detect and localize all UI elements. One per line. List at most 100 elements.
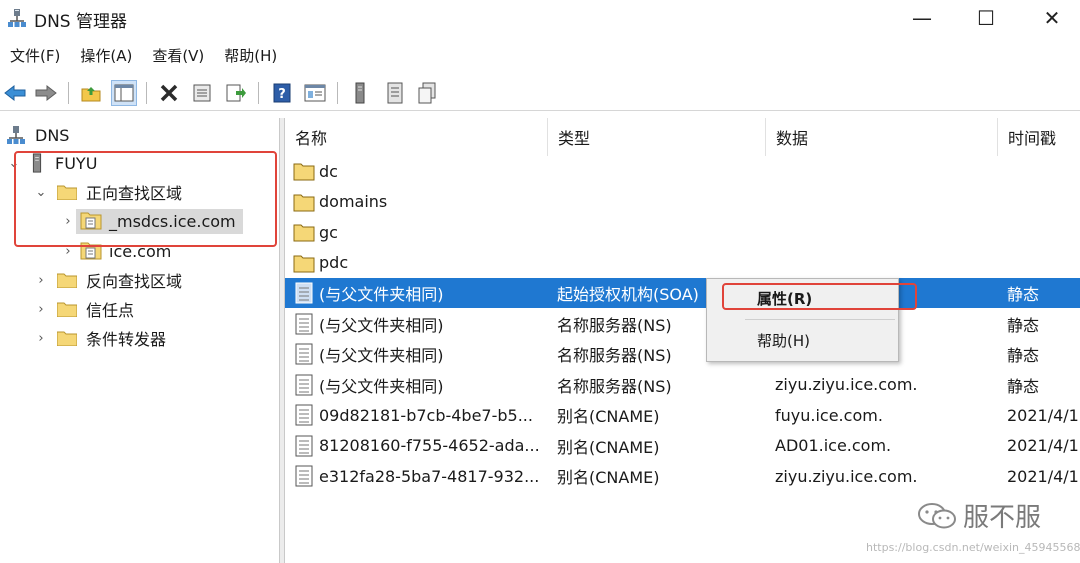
help-icon[interactable]: ?: [269, 80, 295, 106]
dns-icon: [7, 126, 25, 144]
context-menu-help[interactable]: 帮助(H): [707, 327, 898, 353]
folder-icon: [293, 194, 315, 211]
cell-name: (与父文件夹相同): [293, 339, 548, 369]
record-name: (与父文件夹相同): [319, 285, 444, 304]
table-row[interactable]: (与父文件夹相同) 名称服务器(NS) ziyu.ziyu.ice.com. 静态: [285, 370, 1080, 400]
menu-view[interactable]: 查看(V): [142, 43, 214, 71]
cell-type: 别名(CNAME): [557, 407, 660, 426]
tree-item-conditional-forwarders[interactable]: › 条件转发器: [33, 324, 169, 352]
cell-timestamp: 静态: [1007, 346, 1040, 365]
context-menu-separator: [745, 319, 895, 320]
folder-icon: [57, 273, 77, 288]
cell-type: [557, 187, 762, 217]
watermark-url: https://blog.csdn.net/weixin_45945568: [866, 541, 1080, 554]
table-row[interactable]: (与父文件夹相同) 名称服务器(NS) 静态: [285, 309, 1080, 339]
cell-name: (与父文件夹相同): [293, 370, 548, 400]
menu-file[interactable]: 文件(F): [0, 43, 70, 71]
table-row[interactable]: domains: [285, 187, 1080, 217]
record-name: gc: [319, 222, 338, 242]
folder-icon: [57, 302, 77, 317]
export-icon[interactable]: [223, 80, 249, 106]
delete-icon[interactable]: [156, 80, 182, 106]
cell-timestamp: [1007, 156, 1080, 186]
cell-timestamp: [1007, 187, 1080, 217]
minimize-button[interactable]: —: [890, 0, 954, 36]
tree-item-dns[interactable]: DNS: [6, 121, 72, 149]
record-icon: [295, 435, 313, 456]
cell-timestamp: 2021/4/1: [1007, 405, 1079, 425]
tree-item-reverse-zone[interactable]: › 反向查找区域: [33, 266, 185, 294]
record-name: 81208160-f755-4652-ada...: [319, 436, 540, 455]
back-icon[interactable]: [2, 80, 28, 106]
show-tree-icon[interactable]: [111, 80, 137, 106]
server-icon[interactable]: [347, 80, 373, 106]
minimize-icon: —: [912, 6, 932, 30]
cell-name: pdc: [293, 248, 548, 278]
toolbar: ?: [0, 76, 1080, 111]
tree-label: 条件转发器: [86, 330, 167, 349]
chevron-right-icon[interactable]: ›: [33, 302, 49, 317]
cell-timestamp: 2021/4/1: [1007, 436, 1079, 455]
tree-label: DNS: [35, 125, 70, 145]
wechat-icon: [918, 502, 956, 528]
table-row[interactable]: pdc: [285, 248, 1080, 278]
record-name: (与父文件夹相同): [319, 346, 444, 365]
highlight-box-tree: [14, 151, 277, 247]
chevron-right-icon[interactable]: ›: [33, 273, 49, 288]
list-icon[interactable]: [382, 80, 408, 106]
table-row[interactable]: e312fa28-5ba7-4817-932... 别名(CNAME) ziyu.z…: [285, 461, 1080, 491]
cell-name: domains: [293, 187, 548, 217]
window-title: DNS 管理器: [34, 12, 128, 32]
cell-name: 81208160-f755-4652-ada...: [293, 431, 548, 461]
cell-type: 别名(CNAME): [557, 468, 660, 487]
table-row[interactable]: 81208160-f755-4652-ada... 别名(CNAME) AD01.i…: [285, 431, 1080, 461]
tree-label: 反向查找区域: [86, 272, 183, 291]
cell-data: [775, 156, 990, 186]
properties-icon[interactable]: [189, 80, 215, 106]
folder-icon: [293, 163, 315, 181]
column-header-type[interactable]: 类型: [548, 118, 766, 156]
tree-label: 信任点: [86, 301, 135, 320]
menu-help[interactable]: 帮助(H): [214, 43, 287, 71]
cell-data: [775, 217, 990, 247]
column-header-data[interactable]: 数据: [766, 118, 998, 156]
column-header-timestamp[interactable]: 时间戳: [998, 118, 1080, 156]
cell-timestamp: [1007, 248, 1080, 278]
record-icon: [295, 282, 313, 304]
record-icon: [295, 374, 313, 395]
close-icon: ✕: [1043, 6, 1061, 30]
folder-icon: [293, 224, 315, 242]
copy-icon[interactable]: [414, 80, 440, 106]
record-name: dc: [319, 161, 338, 181]
column-header-name[interactable]: 名称: [285, 118, 548, 156]
record-name: pdc: [319, 253, 349, 272]
cell-data: [775, 248, 990, 278]
cell-type: 别名(CNAME): [557, 437, 660, 457]
maximize-icon: ☐: [977, 6, 995, 30]
tree-item-trust-points[interactable]: › 信任点: [33, 295, 137, 323]
details-icon[interactable]: [302, 80, 328, 106]
cell-type: [557, 248, 762, 278]
forward-icon[interactable]: [33, 80, 59, 106]
menu-action[interactable]: 操作(A): [70, 43, 142, 71]
cell-name: (与父文件夹相同): [293, 309, 548, 339]
table-row[interactable]: (与父文件夹相同) 名称服务器(NS) 静态: [285, 339, 1080, 369]
cell-type: 名称服务器(NS): [557, 376, 672, 396]
table-row[interactable]: dc: [285, 156, 1080, 186]
cell-data: ziyu.ziyu.ice.com.: [775, 466, 918, 486]
up-folder-icon[interactable]: [78, 80, 104, 106]
maximize-button[interactable]: ☐: [954, 0, 1018, 36]
cell-name: dc: [293, 156, 548, 186]
chevron-right-icon[interactable]: ›: [33, 331, 49, 346]
table-row[interactable]: (与父文件夹相同)起始授权机构(SOA)om., host...静态: [285, 278, 1080, 308]
cell-name: 09d82181-b7cb-4be7-b5...: [293, 400, 548, 430]
table-row[interactable]: 09d82181-b7cb-4be7-b5... 别名(CNAME) fuyu.ic…: [285, 400, 1080, 430]
watermark-text: 服不服: [963, 503, 1042, 533]
watermark: 服不服: [917, 497, 1041, 534]
cell-timestamp: 2021/4/1: [1007, 466, 1079, 486]
close-button[interactable]: ✕: [1020, 0, 1080, 36]
record-icon: [295, 343, 313, 365]
record-name: e312fa28-5ba7-4817-932...: [319, 466, 540, 486]
record-icon: [295, 465, 313, 487]
table-row[interactable]: gc: [285, 217, 1080, 247]
